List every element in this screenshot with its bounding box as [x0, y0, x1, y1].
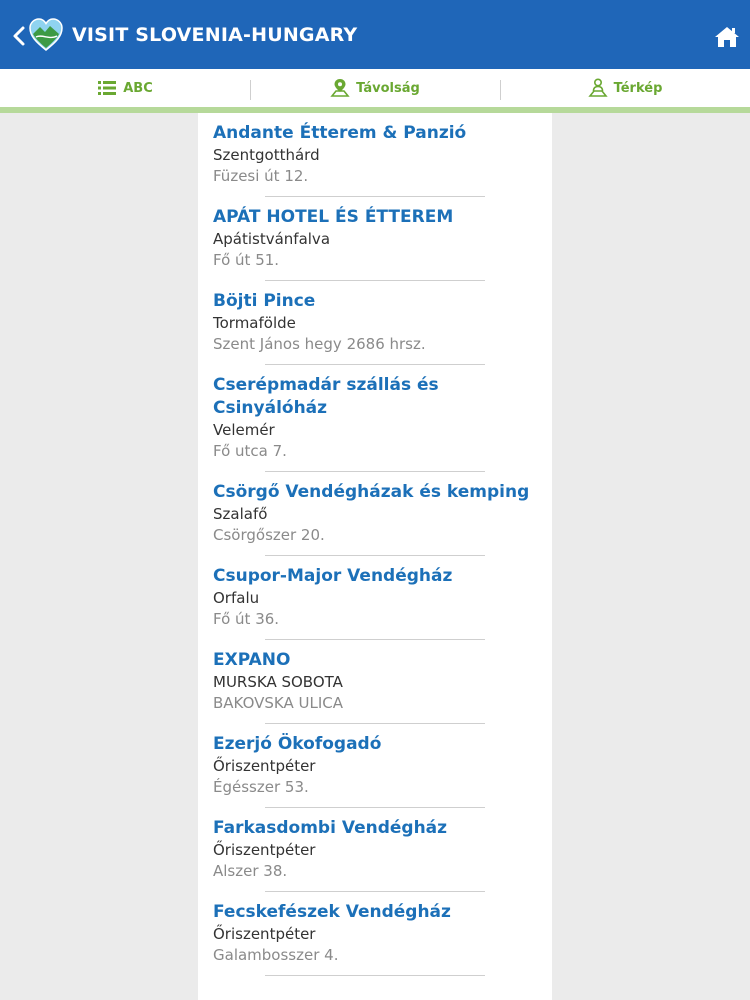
- item-title: Böjti Pince: [213, 291, 316, 311]
- list-icon: [98, 81, 117, 95]
- tab-distance[interactable]: Távolság: [250, 69, 500, 107]
- chevron-left-icon: [13, 26, 25, 46]
- item-title: Csupor-Major Vendégház: [213, 566, 453, 586]
- item-title: Cserépmadár szállás és Csinyálóház: [213, 375, 439, 418]
- item-city: Őriszentpéter: [213, 925, 316, 943]
- tab-abc[interactable]: ABC: [0, 69, 250, 107]
- item-title: Fecskefészek Vendégház: [213, 902, 451, 922]
- item-title: APÁT HOTEL ÉS ÉTTEREM: [213, 207, 454, 227]
- item-address: Égésszer 53.: [213, 778, 309, 796]
- list-item[interactable]: Farkasdombi Vendégház Őriszentpéter Alsz…: [198, 808, 552, 892]
- item-address: Csörgőszer 20.: [213, 526, 325, 544]
- item-address: Fő utca 7.: [213, 442, 287, 460]
- item-address: Füzesi út 12.: [213, 167, 309, 185]
- tab-divider: [500, 80, 501, 100]
- item-city: Apátistvánfalva: [213, 230, 331, 248]
- item-title: EXPANO: [213, 650, 291, 670]
- back-button[interactable]: [8, 22, 30, 50]
- tab-divider: [250, 80, 251, 100]
- list-item[interactable]: EXPANO MURSKA SOBOTA BAKOVSKA ULICA: [198, 640, 552, 724]
- list-item[interactable]: Ezerjó Ökofogadó Őriszentpéter Égésszer …: [198, 724, 552, 808]
- tab-distance-label: Távolság: [356, 80, 420, 96]
- accommodation-list: Andante Étterem & Panzió Szentgotthárd F…: [198, 113, 552, 1000]
- item-city: Őriszentpéter: [213, 841, 316, 859]
- map-pin-distance-icon: [330, 79, 350, 97]
- list-item[interactable]: Fecskefészek Vendégház Őriszentpéter Gal…: [198, 892, 552, 976]
- heart-logo-icon: [29, 18, 63, 51]
- item-city: Velemér: [213, 421, 275, 439]
- item-city: Őriszentpéter: [213, 757, 316, 775]
- list-item[interactable]: Cserépmadár szállás és Csinyálóház Velem…: [198, 365, 552, 472]
- tab-abc-label: ABC: [123, 80, 153, 96]
- item-address: Fő út 36.: [213, 610, 280, 628]
- item-city: Tormafölde: [213, 314, 296, 332]
- item-address: BAKOVSKA ULICA: [213, 694, 343, 712]
- tab-map[interactable]: Térkép: [500, 69, 750, 107]
- list-item[interactable]: Csörgő Vendégházak és kemping Szalafő Cs…: [198, 472, 552, 556]
- map-person-icon: [587, 78, 608, 97]
- item-address: Galambosszer 4.: [213, 946, 339, 964]
- list-item[interactable]: Csupor-Major Vendégház Orfalu Fő út 36.: [198, 556, 552, 640]
- home-icon: [715, 27, 739, 47]
- item-title: Andante Étterem & Panzió: [213, 123, 467, 143]
- item-address: Szent János hegy 2686 hrsz.: [213, 335, 426, 353]
- item-address: Fő út 51.: [213, 251, 280, 269]
- item-title: Ezerjó Ökofogadó: [213, 734, 382, 754]
- item-city: Szalafő: [213, 505, 268, 523]
- list-item[interactable]: APÁT HOTEL ÉS ÉTTEREM Apátistvánfalva Fő…: [198, 197, 552, 281]
- tab-map-label: Térkép: [613, 80, 663, 96]
- item-address: Alszer 38.: [213, 862, 288, 880]
- tab-bar: ABC Távolság Térkép: [0, 69, 750, 107]
- item-city: Szentgotthárd: [213, 146, 320, 164]
- home-button[interactable]: [714, 25, 740, 49]
- item-title: Csörgő Vendégházak és kemping: [213, 482, 530, 502]
- item-city: MURSKA SOBOTA: [213, 673, 343, 691]
- item-title: Farkasdombi Vendégház: [213, 818, 448, 838]
- app-title: VISIT SLOVENIA-HUNGARY: [72, 24, 358, 46]
- app-header: VISIT SLOVENIA-HUNGARY: [0, 0, 750, 69]
- list-item[interactable]: Andante Étterem & Panzió Szentgotthárd F…: [198, 113, 552, 197]
- item-city: Orfalu: [213, 589, 260, 607]
- list-item[interactable]: Böjti Pince Tormafölde Szent János hegy …: [198, 281, 552, 365]
